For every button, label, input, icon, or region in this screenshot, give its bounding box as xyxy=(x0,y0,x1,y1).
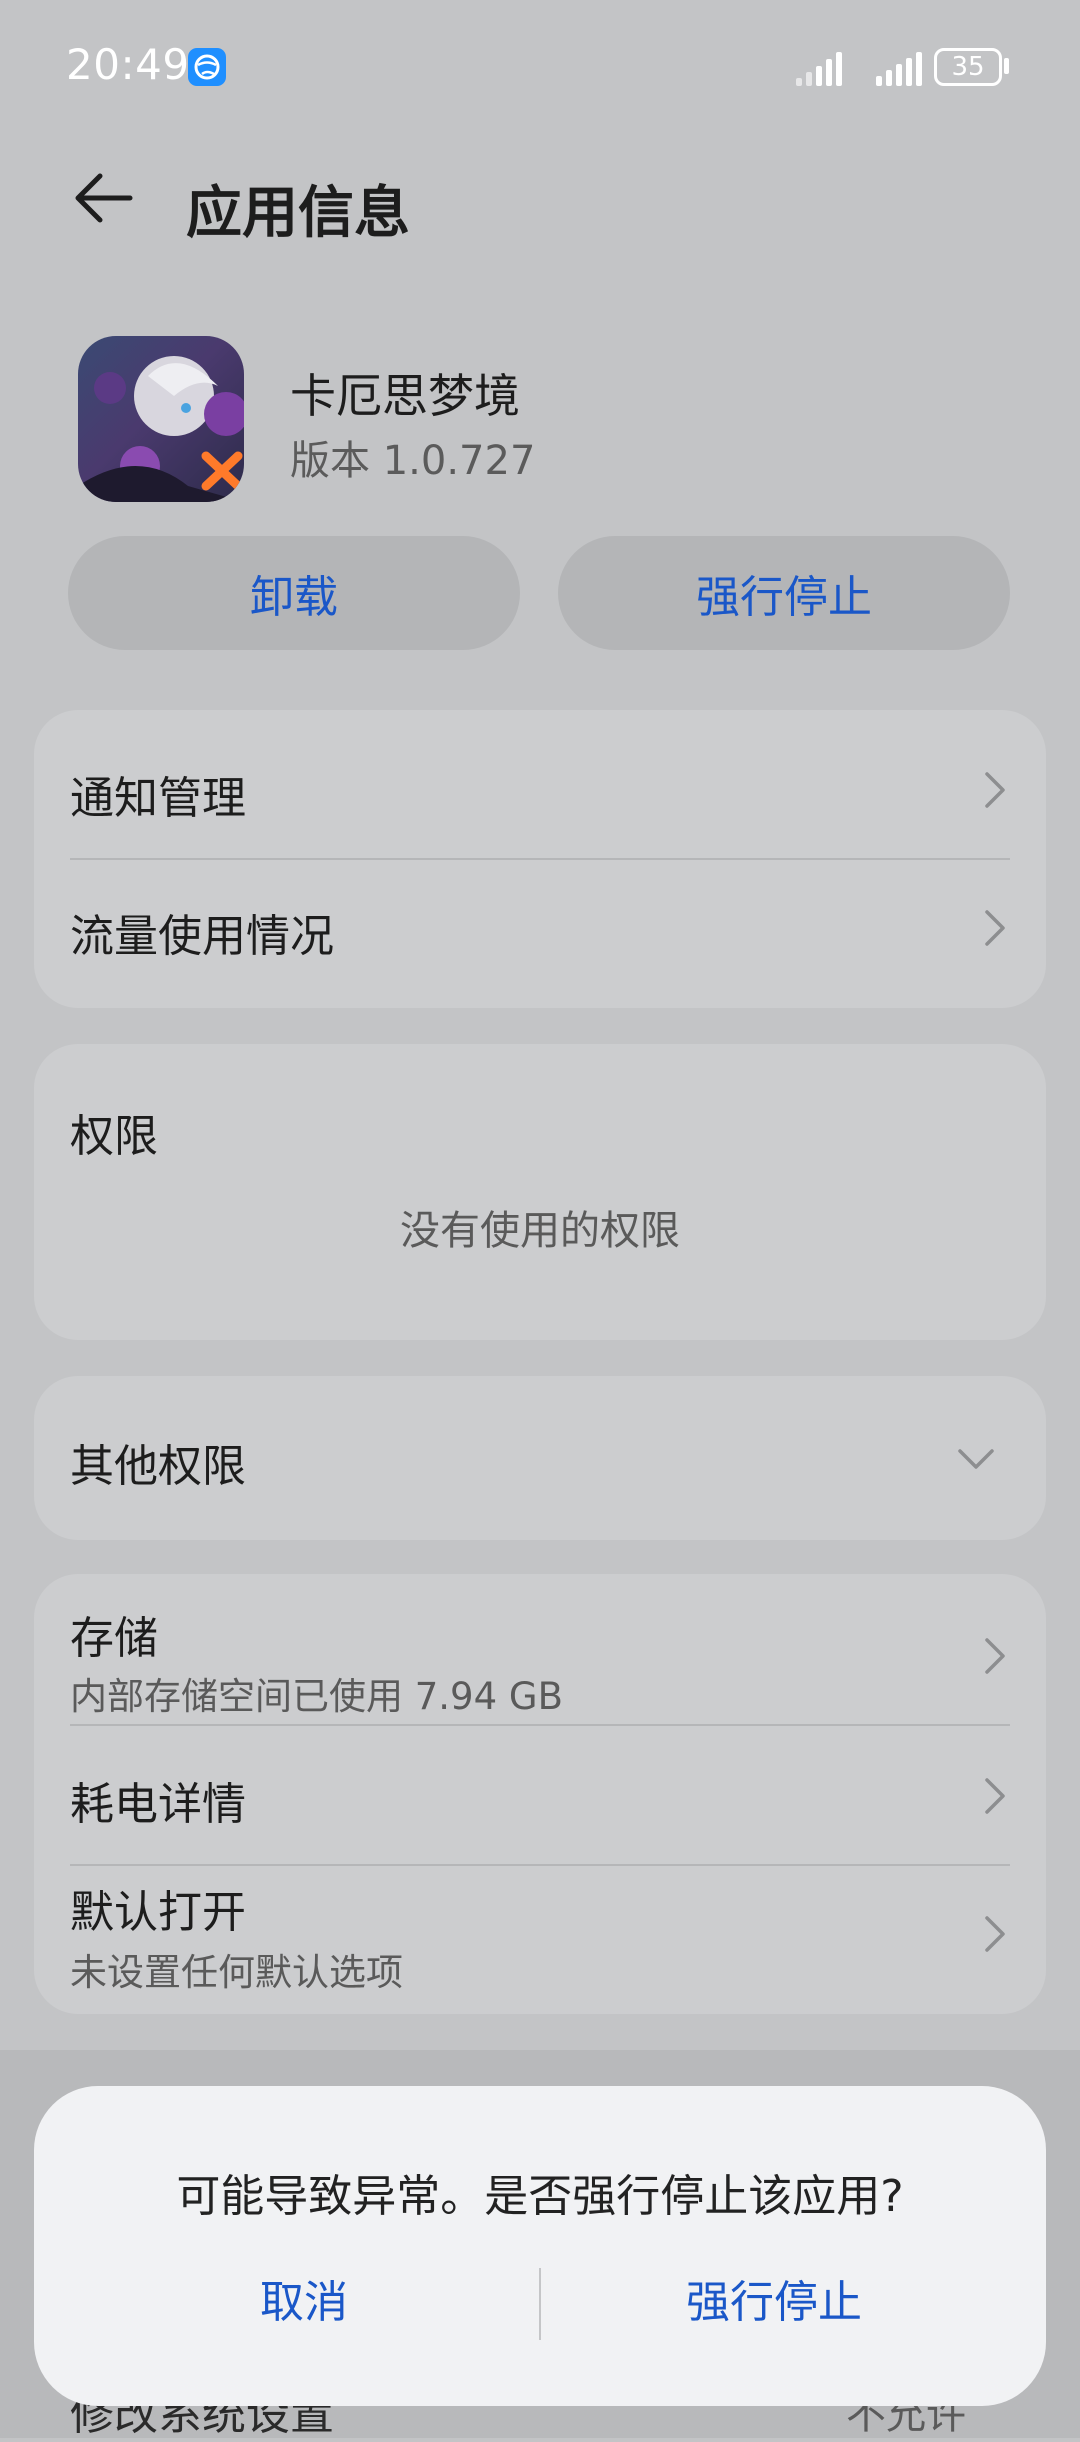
app-version: 版本 1.0.727 xyxy=(290,438,536,484)
divider xyxy=(70,1724,1010,1726)
chevron-right-icon xyxy=(982,770,1008,810)
chevron-right-icon xyxy=(982,1776,1008,1816)
page-title: 应用信息 xyxy=(186,181,410,246)
force-stop-button[interactable]: 强行停止 xyxy=(558,536,1010,650)
app-name: 卡厄思梦境 xyxy=(290,369,520,423)
storage-usage-text: 内部存储空间已使用 7.94 GB xyxy=(70,1675,563,1718)
status-time: 20:49 xyxy=(66,40,190,89)
default-open-item[interactable]: 默认打开 xyxy=(70,1876,246,1940)
battery-indicator: 35 xyxy=(934,48,1002,86)
permissions-card xyxy=(34,1044,1046,1340)
other-permissions-item[interactable]: 其他权限 xyxy=(70,1430,246,1494)
globe-icon xyxy=(188,48,226,86)
divider xyxy=(70,858,1010,860)
confirm-force-stop-button[interactable]: 强行停止 xyxy=(584,2266,964,2330)
divider xyxy=(70,1864,1010,1866)
battery-tip xyxy=(1004,58,1009,74)
chevron-right-icon xyxy=(982,908,1008,948)
dialog-message: 可能导致异常。是否强行停止该应用? xyxy=(176,2171,904,2222)
cancel-button[interactable]: 取消 xyxy=(114,2266,494,2330)
permissions-title: 权限 xyxy=(70,1111,158,1162)
signal-icon-1 xyxy=(796,50,842,86)
notification-management-item[interactable]: 通知管理 xyxy=(70,762,246,826)
data-usage-item[interactable]: 流量使用情况 xyxy=(70,900,334,964)
signal-icon-2 xyxy=(876,50,922,86)
battery-usage-item[interactable]: 耗电详情 xyxy=(70,1768,246,1832)
permissions-empty-text: 没有使用的权限 xyxy=(400,1208,680,1254)
chevron-down-icon[interactable] xyxy=(956,1446,996,1472)
storage-item[interactable]: 存储 xyxy=(70,1602,158,1666)
uninstall-button[interactable]: 卸载 xyxy=(68,536,520,650)
dialog-divider xyxy=(539,2268,541,2340)
chevron-right-icon xyxy=(982,1914,1008,1954)
back-arrow-icon[interactable] xyxy=(70,168,140,228)
chevron-right-icon xyxy=(982,1636,1008,1676)
app-icon xyxy=(78,336,244,502)
default-open-text: 未设置任何默认选项 xyxy=(70,1951,403,1994)
force-stop-dialog xyxy=(34,2086,1046,2406)
